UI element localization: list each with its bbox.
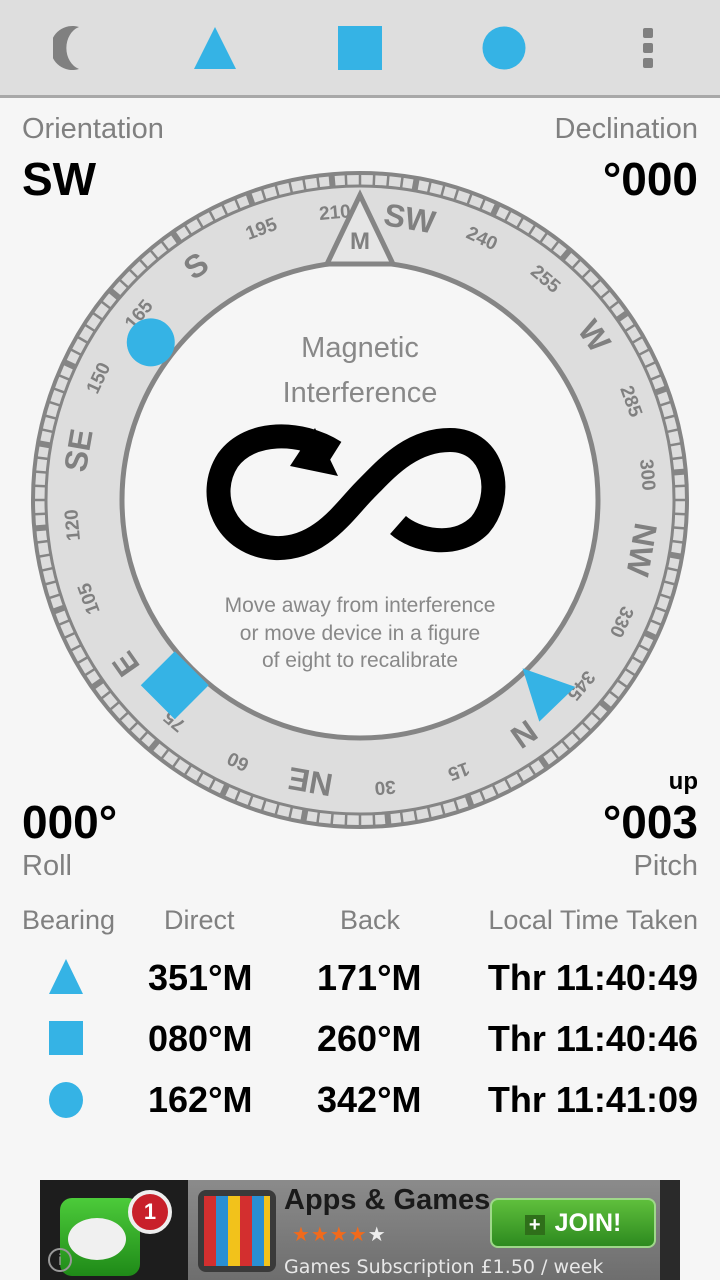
game-gems-graphic [204,1196,270,1266]
warning-line2: or move device in a figure [240,622,480,645]
header-back: Back [340,905,401,935]
dial-tick [411,178,420,191]
time-taken: Thr 11:40:46 [487,1018,698,1059]
roll-value: 000° [22,796,118,848]
dial-tick [52,604,66,615]
ad-left-panel: 1 i [40,1180,188,1280]
dial-tick [673,468,686,476]
dial-tick [672,456,684,461]
dial-tick [386,175,390,187]
ad-rating-stars: ★★★★★ [292,1224,387,1246]
warning-line3: of eight to recalibrate [262,649,458,672]
dial-tick [316,812,321,824]
back-bearing: 260°M [317,1018,422,1059]
ad-join-button[interactable]: + JOIN! [490,1198,656,1248]
bearing-row-triangle[interactable]: 351°M 171°M Thr 11:40:49 [0,957,720,1017]
circle-icon [49,1082,83,1118]
header-time: Local Time Taken [488,905,698,935]
ad-content: Apps & Games ★★★★★ Games Subscription £1… [188,1180,660,1280]
speech-bubble-icon [68,1218,126,1260]
ad-subtitle: Games Subscription £1.50 / week [284,1256,604,1278]
dial-tick [669,551,682,560]
compass-dial: NNEESESSWWNW1530607510512015016519521024… [31,171,689,829]
dial-tick [38,440,51,449]
degree-label: 120 [61,508,85,541]
heading-marker-label: M [350,228,370,255]
dial-tick [328,174,336,187]
dial-tick [644,630,657,641]
back-bearing: 342°M [317,1079,422,1120]
back-bearing: 171°M [317,957,422,998]
plus-icon: + [524,1215,545,1235]
degree-label: 30 [374,776,397,799]
info-icon[interactable]: i [48,1248,72,1272]
notification-badge: 1 [128,1190,172,1234]
roll-label: Roll [22,850,72,882]
ad-join-label: JOIN! [554,1209,622,1237]
dial-tick [330,813,334,825]
direct-bearing: 351°M [148,957,253,998]
square-icon [49,1021,83,1055]
dial-tick [300,809,309,822]
cardinal-label-se: SE [57,426,100,474]
dial-tick [384,813,392,826]
dial-tick [34,524,47,532]
triangle-icon [49,959,83,994]
warning-title-line1: Magnetic [301,332,419,364]
dial-tick [399,812,404,824]
bearing-row-square[interactable]: 080°M 260°M Thr 11:40:46 [0,1018,720,1078]
degree-label: 300 [635,458,659,491]
header-direct: Direct [164,905,235,935]
bearing-marker-circle [126,318,175,367]
ad-title: Apps & Games [284,1184,491,1216]
cardinal-label-ne: NE [285,760,335,803]
dial-tick [399,176,404,188]
dial-tick [36,456,48,461]
dial-tick [654,385,668,396]
dial-tick [464,794,475,808]
dial-tick [219,784,230,797]
pitch-label: Pitch [633,850,698,882]
game-app-icon [198,1190,276,1272]
warning-title-line2: Interference [283,377,438,409]
dial-tick [35,470,47,474]
header-bearing: Bearing [22,905,116,935]
ad-banner[interactable]: 1 i Apps & Games ★★★★★ Games Subscriptio… [40,1180,680,1280]
time-taken: Thr 11:40:49 [487,957,698,998]
time-taken: Thr 11:41:09 [487,1079,698,1120]
direct-bearing: 080°M [148,1018,253,1059]
dial-tick [63,359,76,370]
pitch-direction: up [668,768,698,795]
warning-line1: Move away from interference [225,594,496,617]
dial-tick [316,176,321,188]
pitch-value: °003 [602,796,698,848]
dial-tick [672,539,684,544]
dial-tick [673,526,685,530]
dial-tick [36,539,48,544]
bearing-row-circle[interactable]: 162°M 342°M Thr 11:41:09 [0,1079,720,1139]
direct-bearing: 162°M [148,1079,253,1120]
dial-tick [490,203,501,216]
dial-tick [245,192,256,206]
